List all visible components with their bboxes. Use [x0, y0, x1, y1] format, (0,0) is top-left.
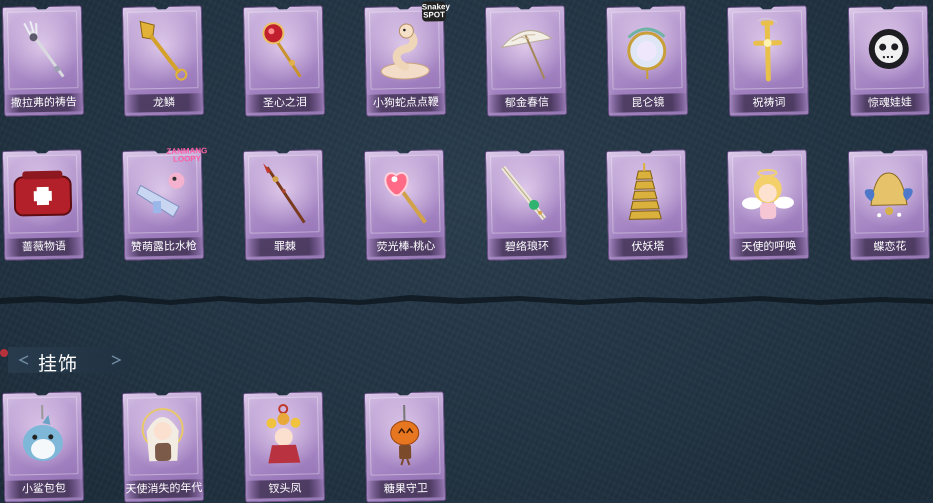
- section-title: 挂饰: [38, 349, 78, 376]
- golden-shovel-icon: [130, 13, 195, 86]
- jade-mirror-icon: [614, 13, 679, 86]
- item-label: 糖果守卫: [366, 479, 446, 499]
- flower-crown-icon: [251, 399, 316, 472]
- item-card[interactable]: 惊魂娃娃: [848, 5, 930, 117]
- pumpkin-guard-icon: [372, 399, 437, 472]
- item-label: 撒拉弗的祷告: [4, 93, 84, 113]
- thorn-spear-icon: [251, 157, 316, 230]
- item-card[interactable]: 天使的呼唤: [727, 149, 809, 261]
- item-card[interactable]: Snakey SPOT 小狗蛇点点鞭: [364, 5, 446, 117]
- item-label: 惊魂娃娃: [850, 93, 930, 113]
- item-card[interactable]: 龙鳞: [122, 5, 204, 117]
- pendant-card[interactable]: 糖果守卫: [364, 391, 446, 503]
- item-card[interactable]: 伏妖塔: [606, 149, 688, 261]
- item-label: 赞萌露比水枪: [124, 237, 204, 257]
- item-card[interactable]: 圣心之泪: [243, 5, 325, 117]
- item-card[interactable]: 郁金春信: [485, 5, 567, 117]
- paper-umbrella-icon: [493, 13, 558, 86]
- item-label: 碧络琅环: [487, 237, 567, 257]
- red-case-icon: [10, 157, 75, 230]
- brand-badge: ZANMANG LOOPY: [162, 147, 212, 164]
- item-label: 蔷薇物语: [4, 237, 84, 257]
- item-label: 钗头凤: [245, 479, 325, 499]
- water-gun-icon: [130, 157, 195, 230]
- item-label: 小鲨包包: [4, 479, 84, 499]
- angel-doll-icon: [735, 157, 800, 230]
- item-label: 龙鳞: [124, 93, 204, 113]
- section-header: 挂饰: [0, 345, 135, 375]
- item-card[interactable]: 昆仑镜: [606, 5, 688, 117]
- item-label: 圣心之泪: [245, 93, 325, 113]
- item-card[interactable]: 蝶恋花: [848, 149, 930, 261]
- red-marker-icon: [0, 347, 10, 359]
- pendant-card[interactable]: 钗头凤: [243, 391, 325, 503]
- item-label: 小狗蛇点点鞭: [366, 93, 446, 113]
- item-card[interactable]: 蔷薇物语: [2, 149, 84, 261]
- item-label: 蝶恋花: [850, 237, 930, 257]
- shark-bag-icon: [10, 399, 75, 472]
- torn-divider: [0, 288, 933, 308]
- item-label: 天使的呼唤: [729, 237, 809, 257]
- item-label: 祝祷词: [729, 93, 809, 113]
- chevron-right-icon: [110, 355, 124, 365]
- item-label: 伏妖塔: [608, 237, 688, 257]
- item-card[interactable]: 荧光棒-桃心: [364, 149, 446, 261]
- item-label: 天使消失的年代: [124, 479, 204, 499]
- item-card[interactable]: 祝祷词: [727, 5, 809, 117]
- item-label: 罪棘: [245, 237, 325, 257]
- trident-staff-icon: [10, 13, 75, 86]
- item-card[interactable]: ZANMANG LOOPY 赞萌露比水枪: [122, 149, 204, 261]
- golden-pagoda-icon: [614, 157, 679, 230]
- snake-whip-icon: [372, 13, 437, 86]
- item-label: 昆仑镜: [608, 93, 688, 113]
- brand-badge: Snakey SPOT: [422, 1, 446, 21]
- heart-glowstick-icon: [372, 157, 437, 230]
- item-card[interactable]: 罪棘: [243, 149, 325, 261]
- ruby-heart-scepter-icon: [251, 13, 316, 86]
- angel-girl-icon: [130, 399, 195, 472]
- item-label: 郁金春信: [487, 93, 567, 113]
- item-card[interactable]: 撒拉弗的祷告: [2, 5, 84, 117]
- chevron-left-icon: [16, 355, 30, 365]
- item-label: 荧光棒-桃心: [366, 237, 446, 257]
- pendant-card[interactable]: 小鲨包包: [2, 391, 84, 503]
- skull-doll-icon: [856, 13, 921, 86]
- butterfly-bell-icon: [856, 157, 921, 230]
- golden-cross-icon: [735, 13, 800, 86]
- item-card[interactable]: 碧络琅环: [485, 149, 567, 261]
- pendant-card[interactable]: 天使消失的年代: [122, 391, 204, 503]
- jade-blade-icon: [493, 157, 558, 230]
